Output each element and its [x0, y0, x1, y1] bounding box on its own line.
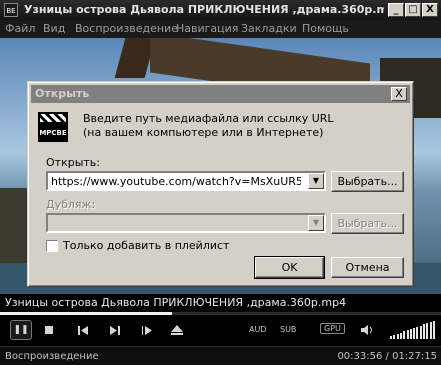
- next-icon: [110, 326, 120, 335]
- status-bar: Воспроизведение 00:33:56 / 01:27:15: [0, 346, 441, 365]
- stop-icon: [45, 326, 53, 334]
- next-button[interactable]: [108, 323, 122, 337]
- title-bar: BE Узницы острова Дьявола ПРИКЛЮЧЕНИЯ ,д…: [0, 0, 441, 20]
- volume-bar: [429, 322, 432, 339]
- url-combobox[interactable]: https://www.youtube.com/watch?v=MsXuUR55…: [46, 171, 326, 191]
- pause-button[interactable]: ❚❚: [10, 320, 32, 340]
- stop-button[interactable]: [42, 323, 56, 337]
- playback-controls: ❚❚ AUD SUB GPU: [0, 315, 441, 346]
- app-icon: BE: [4, 3, 18, 17]
- dialog-close-button[interactable]: X: [391, 87, 407, 101]
- volume-bar: [423, 324, 425, 339]
- menu-help[interactable]: Помощь: [302, 22, 349, 35]
- volume-bar: [432, 321, 435, 339]
- volume-bar: [409, 329, 412, 339]
- menu-bookmarks[interactable]: Закладки: [241, 22, 297, 35]
- open-dialog: Открыть X MPCBE Введите путь медиафайла …: [27, 81, 414, 287]
- volume-bar: [413, 327, 416, 339]
- browse-button[interactable]: Выбрать...: [331, 171, 404, 192]
- mpcbe-logo: MPCBE: [38, 112, 68, 142]
- window-close-button[interactable]: X: [422, 3, 438, 17]
- window-title: Узницы острова Дьявола ПРИКЛЮЧЕНИЯ ,драм…: [24, 3, 384, 16]
- volume-bar: [396, 333, 399, 339]
- url-dropdown-button[interactable]: ▼: [308, 173, 324, 189]
- volume-bar: [393, 334, 396, 339]
- description-line-2: (на вашем компьютере или в Интернете): [83, 126, 324, 139]
- previous-icon: [78, 326, 88, 335]
- speaker-icon: [361, 325, 372, 335]
- dialog-title: Открыть: [35, 87, 90, 100]
- chevron-down-icon: ▼: [312, 218, 320, 227]
- volume-bar: [419, 325, 422, 339]
- menu-navigation[interactable]: Навигация: [176, 22, 238, 35]
- volume-bar: [399, 332, 402, 339]
- add-to-playlist-checkbox[interactable]: [46, 240, 58, 252]
- pause-icon: ❚❚: [13, 325, 29, 335]
- dialog-description: Введите путь медиафайла или ссылку URL (…: [83, 112, 334, 140]
- volume-bar: [406, 330, 409, 339]
- volume-slider[interactable]: [390, 321, 436, 339]
- maximize-button[interactable]: □: [405, 3, 421, 17]
- eject-button[interactable]: [170, 323, 184, 337]
- playback-status: Воспроизведение: [5, 351, 99, 362]
- volume-bar: [390, 336, 392, 339]
- volume-bar: [416, 326, 419, 339]
- menu-playback[interactable]: Воспроизведение: [75, 22, 178, 35]
- time-display: 00:33:56 / 01:27:15: [337, 351, 437, 362]
- mute-button[interactable]: [360, 323, 374, 337]
- volume-bar: [426, 323, 429, 339]
- frame-step-icon: [142, 326, 152, 335]
- menu-view[interactable]: Вид: [43, 22, 65, 35]
- dub-combobox[interactable]: ▼: [46, 213, 326, 233]
- menu-file[interactable]: Файл: [5, 22, 35, 35]
- clapperboard-icon: [40, 114, 66, 122]
- logo-text: MPCBE: [39, 129, 67, 137]
- now-playing-title: Узницы острова Дьявола ПРИКЛЮЧЕНИЯ ,драм…: [5, 296, 347, 309]
- open-label: Открыть:: [46, 156, 100, 169]
- ok-button[interactable]: OK: [254, 256, 325, 279]
- previous-button[interactable]: [76, 323, 90, 337]
- add-to-playlist-label[interactable]: Только добавить в плейлист: [63, 239, 229, 252]
- audio-track-button[interactable]: AUD: [249, 325, 267, 334]
- menu-bar: Файл Вид Воспроизведение Навигация Закла…: [0, 20, 441, 38]
- dub-label: Дубляж:: [46, 198, 96, 211]
- volume-bar: [403, 331, 406, 339]
- dialog-title-bar: Открыть X: [31, 85, 410, 103]
- description-line-1: Введите путь медиафайла или ссылку URL: [83, 112, 334, 125]
- frame-step-button[interactable]: [140, 323, 154, 337]
- chevron-down-icon: ▼: [312, 176, 320, 185]
- dub-browse-button[interactable]: Выбрать...: [331, 213, 404, 234]
- url-input[interactable]: https://www.youtube.com/watch?v=MsXuUR55…: [51, 175, 301, 188]
- eject-icon: [171, 325, 183, 335]
- subtitle-button[interactable]: SUB: [280, 325, 296, 334]
- gpu-indicator[interactable]: GPU: [320, 323, 345, 334]
- now-playing-bar: Узницы острова Дьявола ПРИКЛЮЧЕНИЯ ,драм…: [0, 294, 441, 312]
- dub-dropdown-button[interactable]: ▼: [308, 215, 324, 231]
- minimize-button[interactable]: _: [388, 3, 404, 17]
- cancel-button[interactable]: Отмена: [331, 257, 404, 278]
